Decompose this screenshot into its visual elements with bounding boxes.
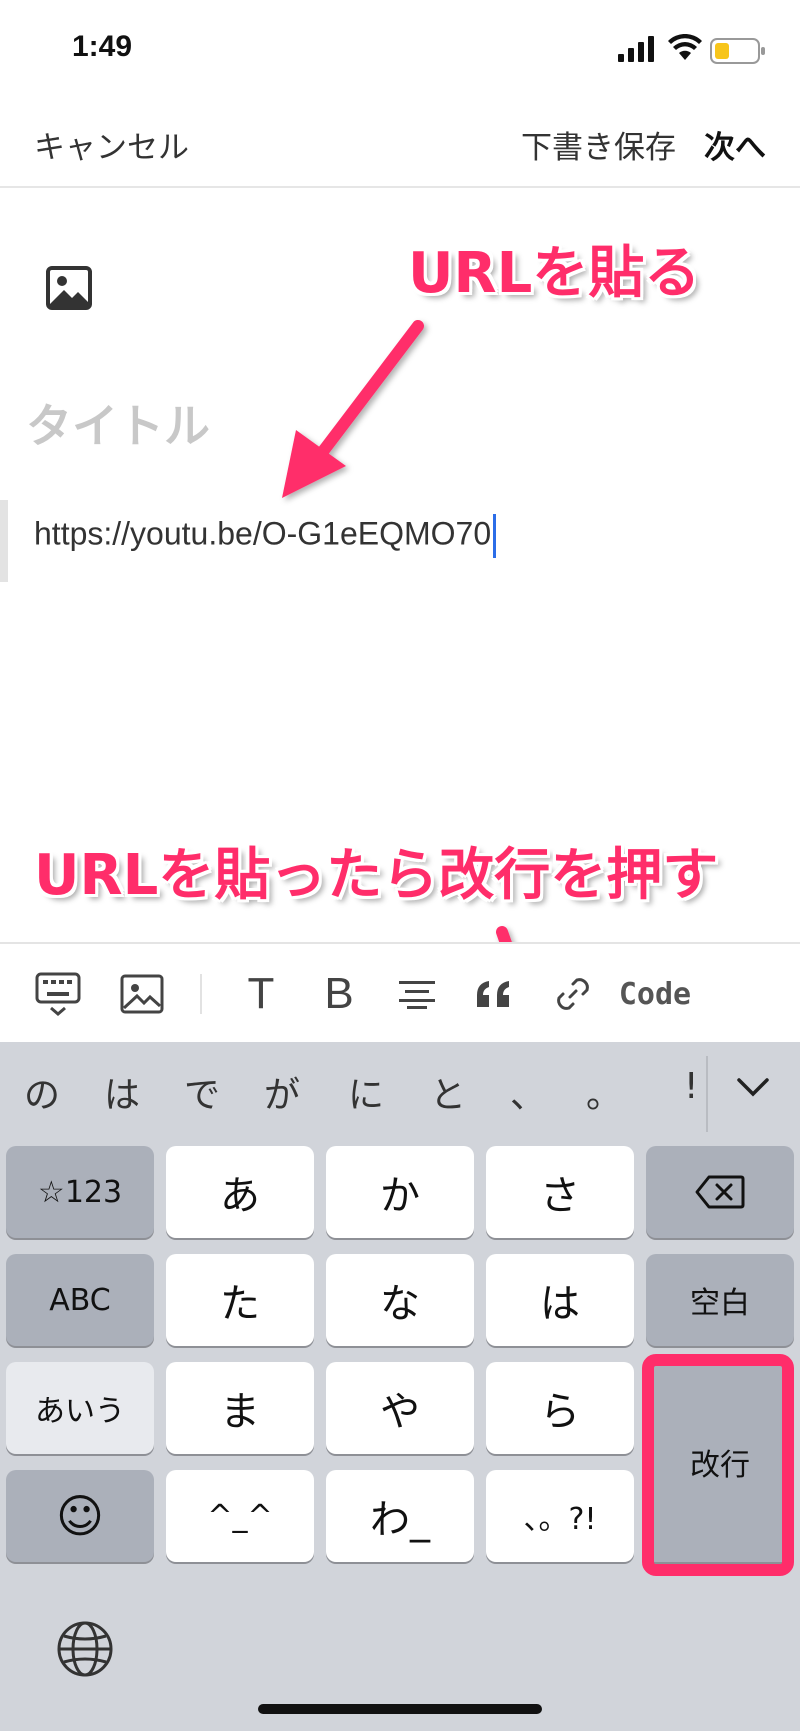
suggestion-item[interactable]: に: [348, 1066, 384, 1118]
image-icon: [120, 974, 164, 1014]
link-icon: [557, 978, 589, 1010]
text-style-button[interactable]: T: [236, 944, 286, 1044]
suggestion-item[interactable]: と: [430, 1066, 466, 1118]
insert-image-button[interactable]: [114, 944, 170, 1044]
format-toolbar: T B Code: [0, 942, 800, 1044]
suggestion-bar: の は で が に と 、 。 !: [0, 1042, 800, 1142]
emoji-key[interactable]: ☺: [6, 1470, 154, 1562]
key-ka[interactable]: か: [326, 1146, 474, 1238]
suggestion-item[interactable]: の: [24, 1066, 60, 1118]
suggestion-item[interactable]: !: [684, 1066, 698, 1107]
align-center-icon: [399, 981, 435, 1009]
arrow-to-url: [282, 320, 424, 498]
kaomoji-key[interactable]: ^_^: [166, 1470, 314, 1562]
punctuation-key[interactable]: 、。?!: [486, 1470, 634, 1562]
numbers-key[interactable]: ☆123: [6, 1146, 154, 1238]
backspace-key[interactable]: [646, 1146, 794, 1238]
suggestion-item[interactable]: が: [264, 1066, 300, 1118]
chevron-down-icon[interactable]: [736, 1076, 770, 1098]
kana-mode-key[interactable]: あいう: [6, 1362, 154, 1454]
quote-button[interactable]: [470, 944, 520, 1044]
keyboard-dismiss-button[interactable]: [30, 944, 86, 1044]
align-button[interactable]: [392, 944, 442, 1044]
suggestion-item[interactable]: 。: [586, 1066, 622, 1118]
bold-button[interactable]: B: [314, 944, 364, 1044]
suggestion-divider: [706, 1056, 708, 1132]
toolbar-divider: [200, 974, 202, 1014]
key-ra[interactable]: ら: [486, 1362, 634, 1454]
key-ha[interactable]: は: [486, 1254, 634, 1346]
key-na[interactable]: な: [326, 1254, 474, 1346]
code-button[interactable]: Code: [619, 944, 691, 1044]
link-button[interactable]: [548, 944, 598, 1044]
enter-key-highlight: [642, 1354, 794, 1576]
delete-icon: [695, 1175, 745, 1209]
keyboard-icon: [35, 972, 81, 1016]
key-ta[interactable]: た: [166, 1254, 314, 1346]
key-ya[interactable]: や: [326, 1362, 474, 1454]
suggestion-item[interactable]: で: [184, 1066, 220, 1118]
key-ma[interactable]: ま: [166, 1362, 314, 1454]
abc-key[interactable]: ABC: [6, 1254, 154, 1346]
suggestion-item[interactable]: は: [104, 1066, 140, 1118]
globe-icon[interactable]: [56, 1620, 114, 1678]
suggestion-item[interactable]: 、: [510, 1066, 546, 1118]
space-key[interactable]: 空白: [646, 1254, 794, 1346]
key-wa[interactable]: わ_: [326, 1470, 474, 1562]
key-sa[interactable]: さ: [486, 1146, 634, 1238]
quote-icon: [477, 981, 509, 1007]
home-indicator: [258, 1704, 542, 1714]
key-a[interactable]: あ: [166, 1146, 314, 1238]
